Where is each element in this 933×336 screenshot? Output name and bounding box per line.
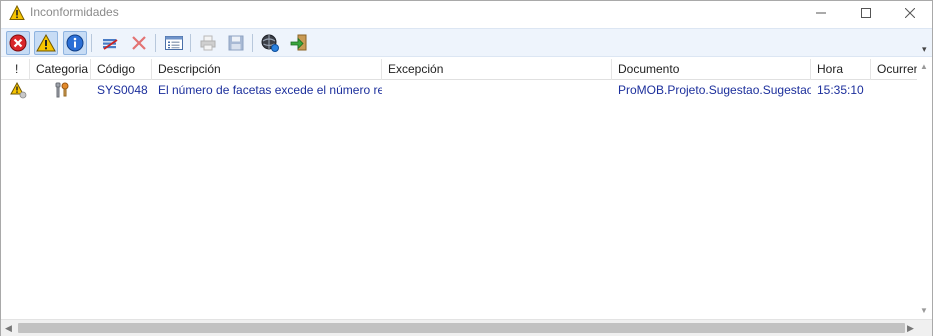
system-category-icon (55, 82, 69, 98)
toolbar-separator (91, 34, 92, 52)
maximize-button[interactable] (843, 1, 888, 25)
maximize-icon (860, 8, 871, 18)
show-information-button[interactable] (63, 31, 87, 55)
grid-header: ! Categoria Código Descripción Excepción… (1, 59, 917, 80)
column-header-exception[interactable]: Excepción (382, 59, 612, 80)
details-button[interactable] (162, 31, 186, 55)
close-button[interactable] (887, 1, 932, 25)
toolbar-separator (155, 34, 156, 52)
severity-cell (1, 80, 30, 100)
column-header-category[interactable]: Categoria (30, 59, 91, 80)
toolbar-separator (252, 34, 253, 52)
nonconformities-window: Inconformidades ▾ ! Categoria Código Des… (0, 0, 933, 336)
window-title: Inconformidades (30, 5, 119, 19)
info-icon (66, 34, 84, 52)
time-cell: 15:35:10 (817, 83, 864, 97)
scroll-left-icon[interactable]: ◀ (5, 323, 12, 334)
exit-button[interactable] (287, 31, 311, 55)
delete-button[interactable] (127, 31, 151, 55)
scroll-right-icon[interactable]: ▶ (907, 323, 914, 334)
column-header-document[interactable]: Documento (612, 59, 811, 80)
category-cell (30, 80, 91, 100)
horizontal-scroll-thumb[interactable] (18, 323, 905, 333)
error-icon (9, 34, 27, 52)
column-header-description[interactable]: Descripción (152, 59, 382, 80)
save-icon (228, 35, 244, 51)
warning-icon (36, 34, 56, 52)
save-button[interactable] (224, 31, 248, 55)
print-icon (200, 35, 216, 51)
minimize-button[interactable] (798, 1, 843, 25)
scroll-down-icon[interactable]: ▼ (920, 306, 928, 315)
minimize-icon (815, 12, 826, 14)
description-cell: El número de facetas excede el número re… (158, 83, 382, 97)
show-warnings-button[interactable] (34, 31, 58, 55)
details-icon (165, 36, 183, 50)
close-icon (904, 8, 915, 18)
title-bar: Inconformidades (1, 1, 932, 25)
column-header-occurrences[interactable]: Ocurrencias (871, 59, 917, 80)
delete-icon (132, 36, 146, 50)
vertical-scrollbar[interactable]: ▲ ▼ (917, 59, 932, 319)
toolbar-separator (190, 34, 191, 52)
column-header-code[interactable]: Código (91, 59, 152, 80)
clear-list-icon (103, 39, 118, 50)
column-header-time[interactable]: Hora (811, 59, 871, 80)
code-cell: SYS0048 (97, 83, 148, 97)
occurrences-cell (871, 80, 917, 100)
nonconformities-grid: ! Categoria Código Descripción Excepción… (1, 59, 932, 319)
scroll-up-icon[interactable]: ▲ (920, 62, 928, 71)
warning-icon (10, 81, 27, 99)
column-header-severity[interactable]: ! (1, 59, 30, 80)
show-errors-button[interactable] (6, 31, 30, 55)
toolbar: ▾ (1, 28, 932, 57)
horizontal-scrollbar[interactable]: ◀ ▶ (1, 319, 932, 336)
toolbar-overflow-icon[interactable]: ▾ (922, 44, 927, 55)
print-button[interactable] (196, 31, 220, 55)
clear-list-button[interactable] (98, 31, 122, 55)
exit-icon (290, 34, 307, 51)
web-icon (261, 34, 279, 52)
document-cell: ProMOB.Projeto.Sugestao.Sugestao (618, 83, 811, 97)
web-button[interactable] (258, 31, 282, 55)
table-row[interactable]: SYS0048 El número de facetas excede el n… (1, 80, 917, 100)
warning-icon (9, 4, 25, 21)
exception-cell (382, 80, 612, 100)
